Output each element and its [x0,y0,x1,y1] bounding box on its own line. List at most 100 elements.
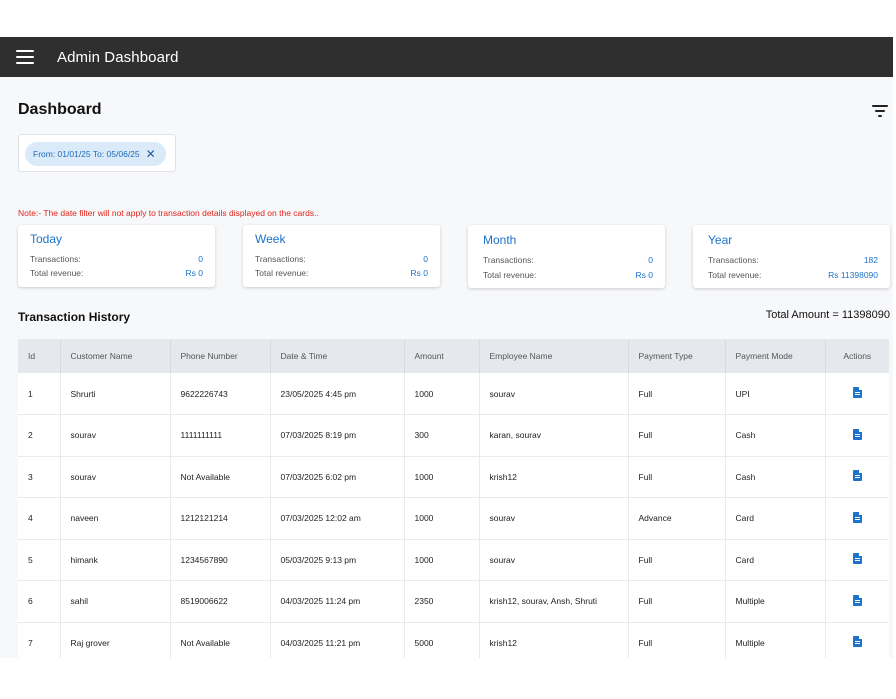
cell-amount: 1000 [404,373,480,415]
app-root: Admin Dashboard Dashboard From: 01/01/25… [0,37,893,658]
cell-actions [825,456,889,498]
table-row: 6 sahil 8519006622 04/03/2025 11:24 pm 2… [18,580,889,623]
document-icon[interactable] [852,594,862,606]
app-title: Admin Dashboard [57,48,179,66]
table-row: 4 naveen 1212121214 07/03/2025 12:02 am … [18,497,889,540]
column-header-phone-number: Phone Number [170,339,271,373]
document-icon[interactable] [852,470,862,482]
transaction-table: Id Customer Name Phone Number Date & Tim… [18,339,889,658]
cell-id: 3 [18,456,61,498]
table-row: 1 Shrurti 9622226743 23/05/2025 4:45 pm … [18,373,889,415]
cell-employee-name: sourav [479,539,629,581]
column-header-id: Id [18,339,61,373]
cell-payment-type: Full [628,580,726,623]
cell-amount: 1000 [404,456,480,498]
document-icon[interactable] [852,553,862,565]
cell-id: 7 [18,622,61,658]
cell-actions [825,580,889,623]
document-icon[interactable] [852,428,862,440]
close-icon[interactable]: ✕ [146,148,156,160]
revenue-label: Total revenue: [255,268,309,278]
card-revenue-row: Total revenue: Rs 0 [483,270,653,280]
card-transactions-row: Transactions: 0 [30,254,203,264]
card-today: Today Transactions: 0 Total revenue: Rs … [18,225,215,287]
cell-payment-type: Full [628,373,726,415]
card-title: Today [30,232,63,246]
date-range-chip[interactable]: From: 01/01/25 To: 05/06/25 ✕ [25,142,166,166]
cell-amount: 2350 [404,580,480,623]
transactions-label: Transactions: [708,255,759,265]
cell-customer-name: Shrurti [60,373,171,415]
cell-employee-name: sourav [479,497,629,540]
date-filter-box: From: 01/01/25 To: 05/06/25 ✕ [18,134,176,172]
cell-phone-number: 9622226743 [170,373,271,415]
table-header: Id Customer Name Phone Number Date & Tim… [18,339,889,373]
transactions-label: Transactions: [30,254,81,264]
app-bar: Admin Dashboard [0,37,893,77]
document-icon[interactable] [852,636,862,648]
document-icon[interactable] [852,511,862,523]
cell-customer-name: himank [60,539,171,581]
card-revenue-row: Total revenue: Rs 0 [30,268,203,278]
cell-amount: 1000 [404,497,480,540]
transactions-label: Transactions: [255,254,306,264]
cell-employee-name: sourav [479,373,629,415]
table-row: 5 himank 1234567890 05/03/2025 9:13 pm 1… [18,539,889,581]
cell-payment-mode: Cash [725,414,826,457]
transactions-value: 0 [198,254,203,264]
column-header-customer-name: Customer Name [60,339,171,373]
table-row: 7 Raj grover Not Available 04/03/2025 11… [18,622,889,658]
cell-id: 6 [18,580,61,623]
card-revenue-row: Total revenue: Rs 0 [255,268,428,278]
cell-id: 4 [18,497,61,540]
card-year: Year Transactions: 182 Total revenue: Rs… [693,225,890,288]
cell-actions [825,622,889,658]
cell-actions [825,539,889,581]
document-icon[interactable] [852,387,862,398]
date-range-label: From: 01/01/25 To: 05/06/25 [33,149,140,159]
cell-customer-name: naveen [60,497,171,540]
cell-date-time: 07/03/2025 12:02 am [270,497,405,540]
cell-actions [825,414,889,457]
cell-employee-name: krish12 [479,622,629,658]
hamburger-menu-icon[interactable] [16,50,34,64]
card-transactions-row: Transactions: 182 [708,255,878,265]
cell-date-time: 23/05/2025 4:45 pm [270,373,405,415]
column-header-date-time: Date & Time [270,339,405,373]
cell-phone-number: 1212121214 [170,497,271,540]
cell-payment-type: Full [628,456,726,498]
cell-customer-name: sourav [60,414,171,457]
card-transactions-row: Transactions: 0 [483,255,653,265]
cell-employee-name: krish12, sourav, Ansh, Shruti [479,580,629,623]
transaction-history-title: Transaction History [18,310,131,324]
revenue-value: Rs 0 [635,270,653,280]
revenue-label: Total revenue: [708,270,762,280]
transactions-value: 182 [863,255,878,265]
cell-phone-number: 1234567890 [170,539,271,581]
cell-payment-mode: UPI [725,373,826,415]
cell-actions [825,497,889,540]
cell-date-time: 04/03/2025 11:21 pm [270,622,405,658]
filter-list-icon[interactable] [872,105,888,117]
cell-phone-number: Not Available [170,622,271,658]
card-title: Year [708,233,733,247]
cell-amount: 1000 [404,539,480,581]
transactions-value: 0 [423,254,428,264]
cell-date-time: 07/03/2025 8:19 pm [270,414,405,457]
table-row: 3 sourav Not Available 07/03/2025 6:02 p… [18,456,889,498]
card-week: Week Transactions: 0 Total revenue: Rs 0 [243,225,440,287]
cell-phone-number: 1111111111 [170,414,271,457]
cell-id: 1 [18,373,61,415]
page-title: Dashboard [18,101,102,118]
column-header-amount: Amount [404,339,480,373]
cell-payment-type: Full [628,539,726,581]
cell-amount: 5000 [404,622,480,658]
card-title: Week [255,232,286,246]
cell-customer-name: Raj grover [60,622,171,658]
cell-id: 5 [18,539,61,581]
cell-amount: 300 [404,414,480,457]
table-row: 2 sourav 1111111111 07/03/2025 8:19 pm 3… [18,414,889,457]
date-filter-note: Note:- The date filter will not apply to… [18,208,319,218]
revenue-value: Rs 11398090 [828,270,878,280]
column-header-payment-type: Payment Type [628,339,726,373]
